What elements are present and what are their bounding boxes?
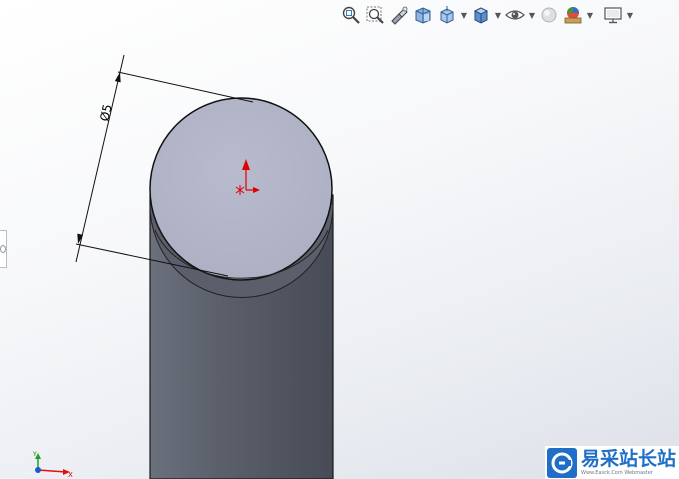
apply-scene-dropdown[interactable]: ▼ (586, 4, 594, 26)
zoom-to-area-icon (366, 6, 384, 24)
dimension-label[interactable]: Ø5 (97, 103, 114, 123)
previous-view-button[interactable] (388, 4, 410, 26)
apply-scene-button[interactable] (562, 4, 584, 26)
apply-scene-icon (564, 7, 582, 24)
watermark-logo-icon (551, 452, 573, 473)
chevron-down-icon: ▼ (460, 10, 468, 20)
watermark-title: 易采站长站 (581, 447, 677, 470)
zoom-to-area-button[interactable] (364, 4, 386, 26)
display-style-icon (473, 7, 489, 24)
watermark-logo (547, 447, 577, 478)
display-style-dropdown[interactable]: ▼ (494, 4, 502, 26)
edit-appearance-icon (541, 7, 557, 23)
chevron-down-icon: ▼ (626, 10, 634, 20)
triad-x-label: X (68, 471, 73, 478)
hide-show-items-dropdown[interactable]: ▼ (528, 4, 536, 26)
chevron-down-icon: ▼ (494, 10, 502, 20)
hide-show-items-icon (505, 10, 525, 20)
display-style-button[interactable] (470, 4, 492, 26)
hide-show-items-button[interactable] (504, 4, 526, 26)
previous-view-icon (391, 6, 408, 25)
chevron-down-icon: ▼ (528, 10, 536, 20)
edit-appearance-button[interactable] (538, 4, 560, 26)
extension-line-top (117, 71, 254, 103)
graphics-viewport[interactable]: Ø5 ▼ ▼ ▼ ▼ ▼ X Y 易采站长站 Www.Easck.Com Web… (0, 0, 679, 479)
heads-up-view-toolbar: ▼ ▼ ▼ ▼ ▼ (340, 3, 634, 27)
view-orientation-icon (440, 6, 454, 24)
dimension-arrow-bottom (77, 233, 84, 244)
view-orientation-dropdown[interactable]: ▼ (460, 4, 468, 26)
site-watermark: 易采站长站 Www.Easck.Com Webmaster (545, 446, 679, 479)
cylinder-model[interactable]: Ø5 (0, 0, 679, 479)
view-settings-dropdown[interactable]: ▼ (626, 4, 634, 26)
section-view-icon (415, 7, 431, 24)
zoom-to-fit-button[interactable] (340, 4, 362, 26)
dimension-line (75, 54, 125, 263)
view-settings-button[interactable] (602, 4, 624, 26)
section-view-button[interactable] (412, 4, 434, 26)
view-settings-icon (604, 7, 622, 24)
handle-grip-icon (0, 245, 6, 253)
triad-y-label: Y (32, 451, 37, 458)
view-orientation-button[interactable] (436, 4, 458, 26)
watermark-subtitle: Www.Easck.Com Webmaster (581, 469, 653, 476)
side-panel-handle[interactable] (0, 230, 7, 268)
zoom-to-fit-icon (342, 6, 360, 24)
reference-triad: X Y (32, 451, 73, 478)
chevron-down-icon: ▼ (586, 10, 594, 20)
